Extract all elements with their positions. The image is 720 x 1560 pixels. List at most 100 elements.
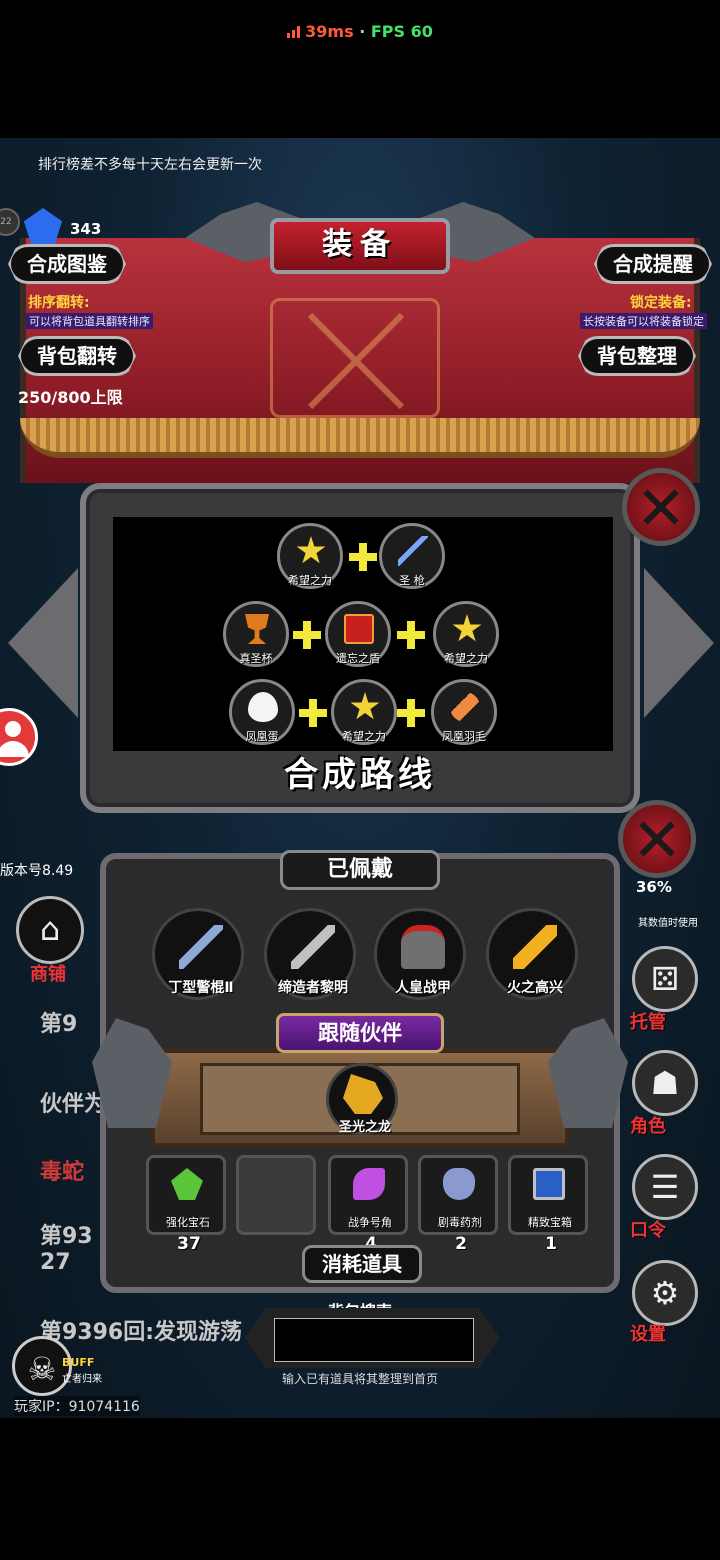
star-icon [296,536,326,564]
plus-icon [397,699,425,727]
log-line: 毒蛇 [40,1160,85,1185]
bag-search-input[interactable] [274,1318,474,1362]
page-title: 装备 [270,218,450,274]
companion-slot[interactable]: 圣光之龙 [326,1063,398,1135]
consumable-slot-empty[interactable] [236,1155,316,1235]
consumables-title: 消耗道具 [302,1245,422,1283]
dice-icon: ⚄ [651,960,679,998]
fps-value: FPS 60 [370,22,433,41]
prev-arrow-icon[interactable] [8,568,78,718]
companion-title: 跟随伙伴 [276,1013,444,1053]
hooded-figure-icon: ☗ [650,1064,680,1102]
signal-icon [287,26,301,38]
shield-icon [344,614,374,644]
log-line: 27 [40,1250,71,1275]
consumable-slot[interactable]: 精致宝箱 1 [508,1155,588,1254]
star-icon [452,614,482,642]
consumable-slot[interactable]: 战争号角 4 [328,1155,408,1254]
equipped-item-label: 人皇战甲 [395,980,451,996]
bag-capacity: 250/800上限 [18,388,123,407]
ingredient-label: 遗忘之盾 [336,652,380,665]
next-arrow-icon[interactable] [644,568,714,718]
close-equipment-button[interactable] [618,800,696,878]
role-label: 角色 [630,1116,666,1137]
synthesis-guide-button[interactable]: 合成图鉴 [8,244,126,284]
log-line: 第9 [40,1012,78,1037]
game-screen: 排行榜差不多每十天左右会更新一次 22 343 装备 合成图鉴 合成提醒 排序翻… [0,138,720,1418]
level-badge: 22 [0,208,20,236]
ping-value: 39ms [305,22,354,41]
route-ingredient[interactable]: 希望之力 [433,601,499,667]
log-line: 伙伴为 [40,1092,107,1117]
plus-icon [293,621,321,649]
route-ingredient[interactable]: 凤凰蛋 [229,679,295,745]
consumable-slot[interactable]: 强化宝石 37 [146,1155,226,1254]
grail-icon [245,614,269,644]
consumable-count: 2 [455,1234,467,1254]
consumable-slot[interactable]: 剧毒药剂 2 [418,1155,498,1254]
version-label: 版本号8.49 [0,863,74,879]
equipped-title: 已佩戴 [280,850,440,890]
route-ingredient[interactable]: 希望之力 [277,523,343,589]
ingredient-label: 圣 枪 [399,574,425,587]
potion-icon [443,1168,475,1200]
player-ip: 玩家IP：91074116 [14,1396,140,1416]
consumable-label: 精致宝箱 [528,1216,572,1229]
equipped-item-label: 缔造者黎明 [278,980,348,996]
equipped-item-label: 丁型警棍Ⅱ [168,980,234,996]
equipped-item-label: 火之高兴 [507,980,563,996]
sidebar-partial-value: 36% [636,878,672,896]
bag-flip-button[interactable]: 背包翻转 [18,336,136,376]
equipped-item[interactable]: 人皇战甲 [374,908,466,1000]
companion-name: 圣光之龙 [338,1120,391,1135]
sword-icon [291,925,335,969]
bottom-letterbox [0,1418,720,1560]
consumable-label: 战争号角 [348,1216,392,1229]
synthesis-reminder-button[interactable]: 合成提醒 [594,244,712,284]
equipped-item[interactable]: 丁型警棍Ⅱ [152,908,244,1000]
gear-icon: ⚙ [650,1274,680,1312]
sidebar-partial-note: 其数值时使用 [638,918,698,929]
equipped-item[interactable]: 火之高兴 [486,908,578,1000]
route-ingredient[interactable]: 圣 枪 [379,523,445,589]
equipped-item[interactable]: 缔造者黎明 [264,908,356,1000]
scroll-icon: ☰ [650,1168,680,1206]
gem-count: 343 [70,220,102,238]
hosting-button[interactable]: ⚄ [632,946,698,1012]
bag-sort-button[interactable]: 背包整理 [578,336,696,376]
ingredient-label: 希望之力 [288,574,332,587]
settings-button[interactable]: ⚙ [632,1260,698,1326]
banner-fringe [20,418,700,458]
consumable-count: 37 [177,1234,201,1254]
chest-icon [533,1168,565,1200]
crossed-swords-emblem-icon [270,298,440,418]
route-ingredient[interactable]: 凤凰羽毛 [431,679,497,745]
shop-label: 商铺 [30,964,66,985]
ingredient-label: 凤凰蛋 [245,730,279,743]
shop-icon: ⌂ [39,910,61,948]
notice-text: 排行榜差不多每十天左右会更新一次 [38,157,262,173]
plus-icon [349,543,377,571]
armor-icon [401,925,445,969]
green-gem-icon [171,1168,203,1200]
close-route-button[interactable] [622,468,700,546]
role-button[interactable]: ☗ [632,1050,698,1116]
trident-icon [179,925,223,969]
password-button[interactable]: ☰ [632,1154,698,1220]
route-ingredient[interactable]: 真圣杯 [223,601,289,667]
hosting-label: 托管 [630,1012,666,1033]
consumable-label: 强化宝石 [166,1216,210,1229]
feather-icon [450,692,480,722]
plus-icon [397,621,425,649]
sort-flip-title: 排序翻转: [28,295,90,311]
ingredient-label: 真圣杯 [239,652,273,665]
separator: · [359,22,366,41]
spear-icon [398,536,428,566]
route-ingredient[interactable]: 希望之力 [331,679,397,745]
settings-label: 设置 [630,1324,666,1345]
consumable-count: 1 [545,1234,557,1254]
route-title: 合成路线 [284,755,436,795]
status-bar: 39ms · FPS 60 [0,0,720,138]
shop-button[interactable]: ⌂ [16,896,84,964]
route-ingredient[interactable]: 遗忘之盾 [325,601,391,667]
